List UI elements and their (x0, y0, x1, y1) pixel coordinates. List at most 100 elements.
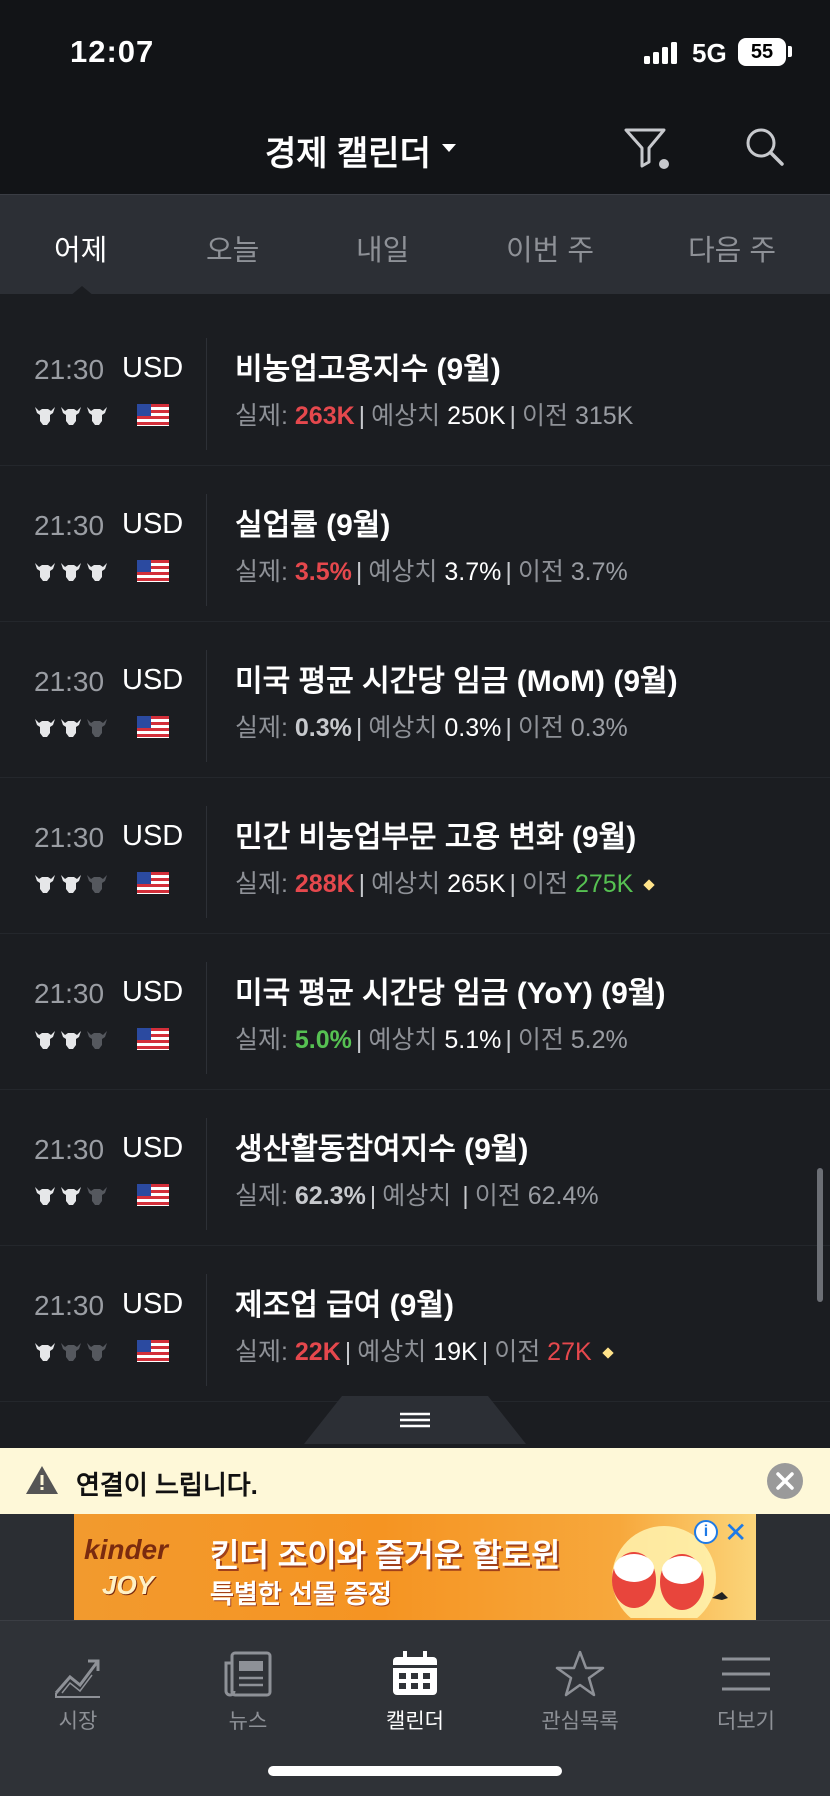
event-time: 21:30 (34, 1134, 105, 1165)
actual-value: 3.5% (294, 558, 352, 586)
scrollbar[interactable] (817, 1168, 823, 1302)
importance-bull-icons (35, 875, 107, 893)
nav-more[interactable]: 더보기 (676, 1633, 816, 1733)
previous-value: 27K (547, 1338, 592, 1366)
previous-label: 이전 (517, 1026, 571, 1054)
event-row[interactable]: 21:30 USD 생산활동참여지수 (9월) 실제: 62.3% | 예상치 | 이전 6… (0, 1090, 830, 1246)
ad-info-icon[interactable]: i (694, 1520, 718, 1544)
importance-bull-icons (35, 1031, 107, 1049)
forecast-label: 예상치 (371, 402, 448, 430)
actual-value: 62.3% (294, 1182, 366, 1210)
previous-label: 이전 (494, 1338, 548, 1366)
event-list[interactable]: 21:30 USD 비농업고용지수 (9월) 실제: 263K | 예상치 250K | 이전… (0, 294, 830, 1440)
search-icon[interactable] (740, 122, 790, 172)
importance-bull-icons (35, 1187, 107, 1205)
event-name: 민간 비농업부문 고용 변화 (9월) (235, 821, 637, 854)
tab-yesterday[interactable]: 어제 (54, 227, 107, 269)
nav-label: 더보기 (717, 1710, 775, 1733)
importance-bull-icons (35, 407, 107, 425)
event-values: 실제: 22K | 예상치 19K | 이전 27K (235, 1332, 614, 1368)
previous-value: 5.2% (570, 1026, 628, 1054)
event-time: 21:30 (34, 1290, 105, 1321)
event-name: 실업률 (9월) (235, 509, 391, 542)
event-values: 실제: 263K | 예상치 250K | 이전 315K (235, 402, 634, 430)
event-currency: USD (122, 820, 184, 852)
chart-icon (52, 1649, 104, 1699)
actual-label: 실제: (235, 1182, 295, 1210)
previous-value: 315K (574, 402, 634, 430)
tab-this-week[interactable]: 이번 주 (506, 227, 594, 269)
forecast-label: 예상치 (368, 714, 445, 742)
actual-label: 실제: (235, 402, 295, 430)
event-values: 실제: 5.0% | 예상치 5.1% | 이전 5.2% (235, 1026, 628, 1054)
event-name: 제조업 급여 (9월) (235, 1289, 454, 1322)
event-time: 21:30 (34, 510, 105, 541)
star-icon (554, 1649, 606, 1699)
ad-brand-logo: kinder (84, 1534, 169, 1565)
actual-label: 실제: (235, 1338, 295, 1366)
drawer-handle[interactable] (304, 1394, 526, 1444)
event-currency: USD (122, 976, 184, 1008)
us-flag-icon (137, 1028, 169, 1050)
ad-brand-logo-sub: JOY (102, 1570, 155, 1600)
date-tabs: 어제 오늘 내일 이번 주 다음 주 (0, 194, 830, 294)
app-header: 경제 캘린더 (0, 100, 830, 194)
status-time: 12:07 (70, 34, 155, 69)
event-row[interactable]: 21:30 USD 비농업고용지수 (9월) 실제: 263K | 예상치 250K | 이전… (0, 310, 830, 466)
forecast-value: 250K (447, 402, 506, 430)
forecast-label: 예상치 (368, 558, 445, 586)
event-values: 실제: 0.3% | 예상치 0.3% | 이전 0.3% (235, 714, 628, 742)
calendar-icon (389, 1649, 441, 1699)
event-row[interactable]: 21:30 USD 민간 비농업부문 고용 변화 (9월) 실제: 288K | 예상치 … (0, 778, 830, 934)
battery-icon: 55 (738, 38, 786, 66)
page-title[interactable]: 경제 캘린더 (265, 126, 431, 175)
event-time: 21:30 (34, 666, 105, 697)
nav-news[interactable]: 뉴스 (178, 1633, 318, 1733)
us-flag-icon (137, 1340, 169, 1362)
actual-label: 실제: (235, 558, 295, 586)
forecast-value: 265K (447, 870, 506, 898)
ad-subline: 특별한 선물 증정 (210, 1579, 392, 1609)
previous-label: 이전 (474, 1182, 528, 1210)
previous-label: 이전 (522, 870, 575, 898)
us-flag-icon (137, 404, 169, 426)
event-name: 미국 평균 시간당 임금 (YoY) (9월) (235, 977, 666, 1010)
news-icon (222, 1649, 274, 1699)
previous-label: 이전 (522, 402, 575, 430)
ad-close-icon[interactable]: ✕ (724, 1516, 747, 1549)
forecast-label: 예상치 (357, 1338, 434, 1366)
chevron-down-icon[interactable] (442, 144, 456, 152)
us-flag-icon (137, 560, 169, 582)
tab-tomorrow[interactable]: 내일 (356, 227, 409, 269)
event-row[interactable]: 21:30 USD 제조업 급여 (9월) 실제: 22K | 예상치 19K | 이전 27… (0, 1246, 830, 1402)
importance-bull-icons (35, 1343, 107, 1361)
filter-icon[interactable] (622, 122, 672, 172)
event-row[interactable]: 21:30 USD 미국 평균 시간당 임금 (YoY) (9월) 실제: 5.0% |… (0, 934, 830, 1090)
nav-label: 뉴스 (228, 1710, 268, 1733)
event-currency: USD (122, 352, 184, 384)
close-icon[interactable] (766, 1462, 804, 1500)
event-row[interactable]: 21:30 USD 실업률 (9월) 실제: 3.5% | 예상치 3.7% | 이전 3.7… (0, 466, 830, 622)
nav-calendar[interactable]: 캘린더 (345, 1633, 485, 1733)
revised-diamond-icon (643, 879, 656, 892)
event-values: 실제: 62.3% | 예상치 | 이전 62.4% (235, 1182, 599, 1210)
nav-watchlist[interactable]: 관심목록 (510, 1633, 650, 1733)
actual-label: 실제: (235, 870, 295, 898)
ad-headline: 킨더 조이와 즐거운 할로윈 (210, 1537, 561, 1573)
event-row[interactable]: 21:30 USD 미국 평균 시간당 임금 (MoM) (9월) 실제: 0.3% |… (0, 622, 830, 778)
home-indicator (268, 1766, 562, 1776)
previous-value: 62.4% (527, 1182, 599, 1210)
event-currency: USD (122, 664, 184, 696)
tab-today[interactable]: 오늘 (206, 227, 259, 269)
importance-bull-icons (35, 719, 107, 737)
previous-value: 275K (574, 870, 634, 898)
nav-market[interactable]: 시장 (8, 1633, 148, 1733)
event-currency: USD (122, 1288, 184, 1320)
forecast-label: 예상치 (371, 870, 448, 898)
tab-next-week[interactable]: 다음 주 (688, 227, 776, 269)
forecast-label: 예상치 (382, 1182, 459, 1210)
us-flag-icon (137, 1184, 169, 1206)
event-time: 21:30 (34, 822, 105, 853)
ad-banner[interactable]: kinder JOY 킨더 조이와 즐거운 할로윈 특별한 선물 증정 i ✕ (74, 1514, 756, 1620)
previous-value: 0.3% (570, 714, 628, 742)
